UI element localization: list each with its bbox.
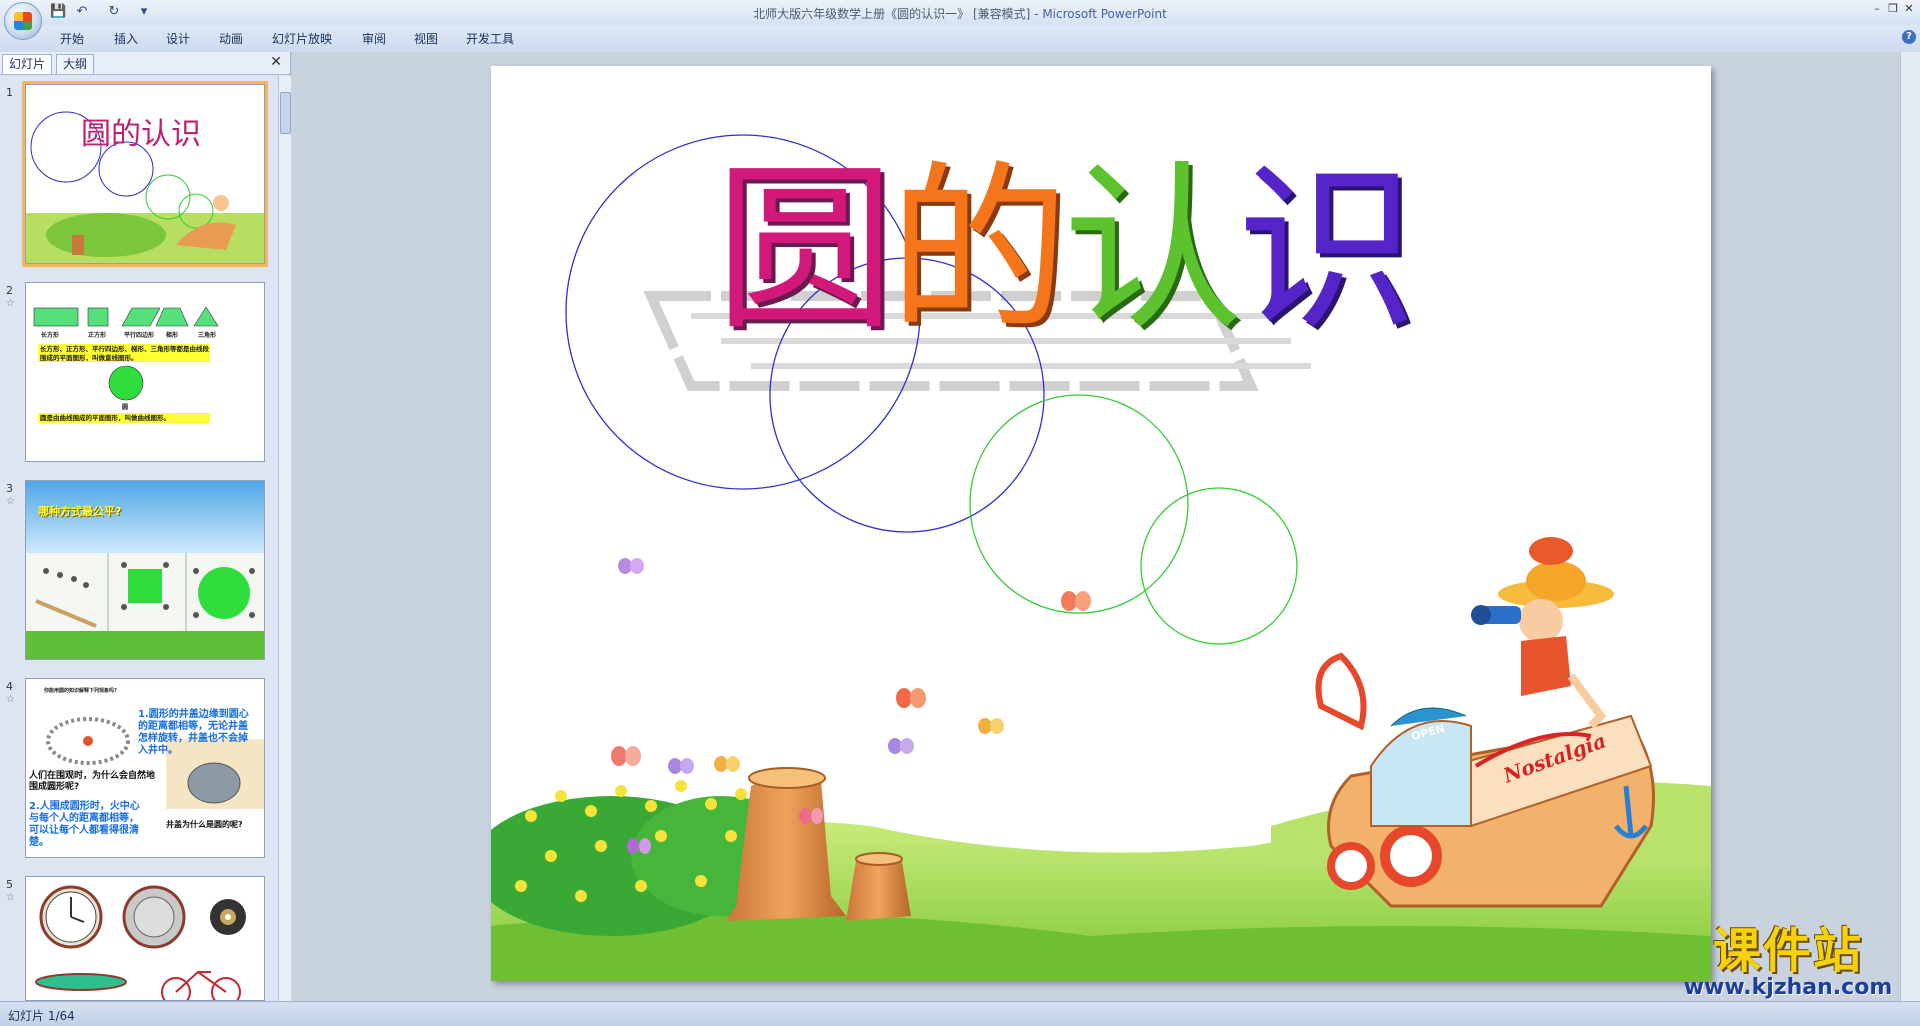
green-circle-small xyxy=(1140,487,1298,645)
thumbnail-slide-5[interactable] xyxy=(25,876,265,1001)
help-icon[interactable]: ? xyxy=(1902,30,1916,44)
tab-review[interactable]: 审阅 xyxy=(362,30,386,48)
app-name: Microsoft PowerPoint xyxy=(1042,7,1167,21)
slides-panel: 幻灯片 大纲 ✕ 1 圆的认识 2 ☆ 长方形 正方形 平行四边形 梯形 三角形… xyxy=(0,52,291,1001)
thumb5-graphic xyxy=(35,885,246,1000)
slide-title[interactable]: 圆的认识 xyxy=(715,156,1417,346)
boat-scene xyxy=(1315,537,1655,908)
label-parallelogram: 平行四边形 xyxy=(124,332,155,339)
thumb-number: 2 xyxy=(6,284,13,297)
animation-star-icon: ☆ xyxy=(6,298,15,309)
tab-slides[interactable]: 幻灯片 xyxy=(2,54,53,74)
thumb4-text4: 井盖为什么是圆的呢? xyxy=(166,820,243,829)
panel-scroll-thumb[interactable] xyxy=(280,92,291,134)
tab-outline[interactable]: 大纲 xyxy=(56,54,95,74)
office-button[interactable] xyxy=(4,2,42,40)
panel-close-icon[interactable]: ✕ xyxy=(270,54,282,70)
tab-design[interactable]: 设计 xyxy=(166,30,190,48)
label-circle: 圆 xyxy=(122,404,129,411)
ribbon-tabs: 开始 插入 设计 动画 幻灯片放映 审阅 视图 开发工具 ? xyxy=(0,25,1920,53)
label-trapezoid: 梯形 xyxy=(166,332,179,339)
watermark-logo: 课件站 xyxy=(1712,923,1863,979)
label-square: 正方形 xyxy=(88,332,107,339)
thumb2-text1: 长方形、正方形、平行四边形、梯形、三角形等都是由线段围成的平面图形，叫做直线图形… xyxy=(40,345,209,362)
label-rectangle: 长方形 xyxy=(41,332,60,339)
tab-insert[interactable]: 插入 xyxy=(114,30,138,48)
thumb4-text3: 2.人围成圆形时，火中心与每个人的距离都相等，可以让每个人都看得很清楚。 xyxy=(29,801,140,848)
animation-star-icon: ☆ xyxy=(6,694,15,705)
tab-home[interactable]: 开始 xyxy=(60,30,84,48)
thumb2-text2: 圆是由曲线围成的平面图形，叫做曲线图形。 xyxy=(40,414,170,422)
thumb4-text1: 1.圆形的井盖边缘到圆心的距离都相等，无论井盖怎样旋转，井盖也不会掉入井中。 xyxy=(138,709,249,756)
thumbnail-slide-1[interactable]: 圆的认识 xyxy=(22,81,268,267)
thumb-number: 5 xyxy=(6,878,13,891)
thumb-number: 3 xyxy=(6,482,13,495)
thumb-number: 1 xyxy=(6,86,13,99)
window-title: 北师大版六年级数学上册《圆的认识一》 [兼容模式] - Microsoft Po… xyxy=(0,5,1920,22)
thumbnail-slide-2[interactable]: 长方形 正方形 平行四边形 梯形 三角形 长方形、正方形、平行四边形、梯形、三角… xyxy=(25,282,265,462)
thumbnail-slide-3[interactable]: 哪种方式最公平? xyxy=(25,480,265,660)
close-button[interactable]: ✕ xyxy=(1900,2,1918,16)
animation-star-icon: ☆ xyxy=(6,496,15,507)
thumb1-title: 圆的认识 xyxy=(81,109,201,153)
watermark-url: www.kjzhan.com xyxy=(1683,975,1893,1000)
thumb4-heading: 你能用圆的知识解释下列现象吗? xyxy=(44,688,117,694)
document-title: 北师大版六年级数学上册《圆的认识一》 [兼容模式] - xyxy=(753,7,1043,21)
title-char-4: 识 xyxy=(1237,146,1417,355)
thumbnail-slide-4[interactable]: 你能用圆的知识解释下列现象吗? 1.圆形的井盖边缘到圆心的距离都相等，无论井盖怎… xyxy=(25,678,265,858)
tab-slideshow[interactable]: 幻灯片放映 xyxy=(272,30,332,48)
vertical-scrollbar[interactable] xyxy=(1900,52,1920,1001)
status-bar: 幻灯片 1/64 xyxy=(0,1001,1920,1026)
slide-editor: 圆的认识 Nostalgia OPEN xyxy=(292,52,1900,1001)
thumb-number: 4 xyxy=(6,680,13,693)
panel-scrollbar[interactable] xyxy=(278,76,291,1001)
office-logo-icon xyxy=(14,12,32,30)
watermark: 课件站 www.kjzhan.com xyxy=(1668,925,1908,1000)
thumb4-text2: 人们在围观时，为什么会自然地围成圆形呢? xyxy=(29,771,156,792)
thumb1-title-text: 圆的认识 xyxy=(81,117,201,152)
thumb2-shapes xyxy=(33,306,219,423)
title-char-3: 认 xyxy=(1063,146,1243,355)
current-slide[interactable]: 圆的认识 Nostalgia OPEN xyxy=(491,66,1711,981)
tab-animations[interactable]: 动画 xyxy=(219,30,243,48)
slide-counter: 幻灯片 1/64 xyxy=(8,1009,75,1023)
green-circle-medium xyxy=(969,394,1189,614)
animation-star-icon: ☆ xyxy=(6,892,15,903)
title-char-2: 的 xyxy=(889,146,1069,355)
label-triangle: 三角形 xyxy=(198,332,217,339)
panel-tabs: 幻灯片 大纲 ✕ xyxy=(0,52,290,75)
title-char-1: 圆 xyxy=(715,146,895,355)
title-bar: 💾 ↶ ↻ ▾ 北师大版六年级数学上册《圆的认识一》 [兼容模式] - Micr… xyxy=(0,0,1920,40)
tab-developer[interactable]: 开发工具 xyxy=(466,30,514,48)
tab-view[interactable]: 视图 xyxy=(414,30,438,48)
thumb3-title: 哪种方式最公平? xyxy=(38,505,122,518)
